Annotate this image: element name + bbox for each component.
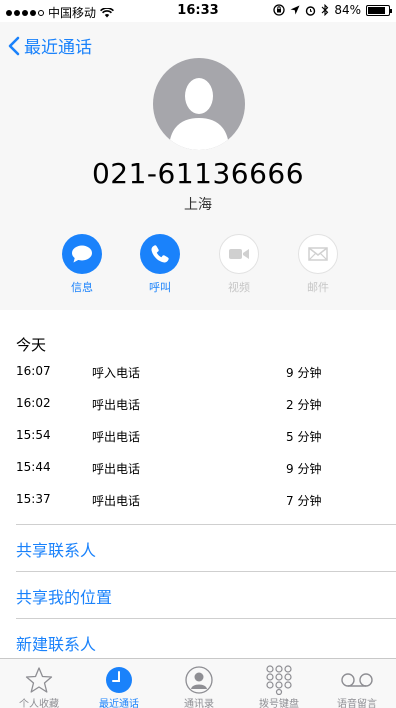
contacts-icon: [185, 666, 213, 694]
call-type: 呼出电话: [92, 430, 141, 444]
tab-favorites[interactable]: 个人收藏: [4, 665, 74, 708]
rotation-lock-icon: [273, 4, 285, 16]
call-type: 呼入电话: [92, 366, 141, 380]
call-time: 15:44: [16, 460, 51, 474]
call-time: 15:54: [16, 428, 51, 442]
call-duration: 9 分钟: [286, 366, 322, 380]
clock-icon: [106, 667, 132, 693]
video-action[interactable]: 视频: [219, 234, 259, 295]
phone-icon: [151, 245, 169, 263]
mail-action[interactable]: 邮件: [298, 234, 338, 295]
tab-voicemail[interactable]: 语音留言: [322, 665, 392, 708]
divider: [16, 618, 396, 619]
back-button[interactable]: 最近通话: [8, 33, 92, 58]
tab-contacts[interactable]: 通讯录: [164, 665, 234, 708]
call-row: 15:37 呼出电话 7 分钟: [16, 492, 376, 512]
mail-button[interactable]: [298, 234, 338, 274]
battery-level: [368, 6, 385, 14]
call-duration: 7 分钟: [286, 494, 322, 508]
avatar: [153, 58, 245, 150]
divider: [16, 524, 396, 525]
battery-icon: [366, 4, 392, 16]
tab-label: 通讯录: [184, 699, 214, 708]
call-time: 16:02: [16, 396, 51, 410]
video-label: 视频: [228, 281, 250, 294]
call-time: 16:07: [16, 364, 51, 378]
call-button[interactable]: [140, 234, 180, 274]
back-label: 最近通话: [24, 38, 92, 58]
tab-label: 拨号键盘: [259, 699, 299, 708]
call-label: 呼叫: [149, 281, 171, 294]
chevron-left-icon: [8, 36, 20, 55]
tab-recents[interactable]: 最近通话: [84, 665, 154, 708]
tab-label: 个人收藏: [19, 699, 59, 708]
message-button[interactable]: [62, 234, 102, 274]
phone-number: 021-61136666: [91, 157, 305, 190]
message-action[interactable]: 信息: [62, 234, 102, 295]
tab-keypad[interactable]: 拨号键盘: [244, 665, 314, 708]
call-duration: 2 分钟: [286, 398, 322, 412]
calls-date-header: 今天: [16, 336, 47, 354]
video-button[interactable]: [219, 234, 259, 274]
star-icon: [25, 667, 53, 693]
video-icon: [229, 249, 249, 259]
location-arrow-icon: [290, 5, 300, 15]
call-row: 15:44 呼出电话 9 分钟: [16, 460, 376, 480]
tab-label: 语音留言: [337, 699, 377, 708]
call-type: 呼出电话: [92, 494, 141, 508]
call-duration: 5 分钟: [286, 430, 322, 444]
call-type: 呼出电话: [92, 462, 141, 476]
person-silhouette-icon: [169, 78, 229, 150]
voicemail-icon: [341, 673, 373, 687]
call-type: 呼出电话: [92, 398, 141, 412]
message-label: 信息: [71, 281, 93, 294]
call-time: 15:37: [16, 492, 51, 506]
status-bar: 中国移动 16:33 84%: [0, 0, 396, 22]
call-action[interactable]: 呼叫: [140, 234, 180, 295]
mail-icon: [308, 247, 328, 261]
call-duration: 9 分钟: [286, 462, 322, 476]
new-contact-link[interactable]: 新建联系人: [16, 631, 96, 655]
share-contact-link[interactable]: 共享联系人: [16, 537, 96, 561]
divider: [16, 571, 396, 572]
alarm-icon: [306, 5, 316, 16]
tab-bar: 个人收藏 最近通话 通讯录 拨号键盘 语音留言: [0, 658, 396, 708]
tab-label: 最近通话: [99, 699, 139, 708]
call-row: 16:02 呼出电话 2 分钟: [16, 396, 376, 416]
status-right: 84%: [273, 3, 392, 17]
location-label: 上海: [184, 197, 212, 213]
call-row: 16:07 呼入电话 9 分钟: [16, 364, 376, 384]
mail-label: 邮件: [307, 281, 329, 294]
call-row: 15:54 呼出电话 5 分钟: [16, 428, 376, 448]
keypad-icon: [266, 665, 292, 695]
share-location-link[interactable]: 共享我的位置: [16, 584, 112, 608]
message-icon: [72, 245, 92, 263]
battery-percent: 84%: [334, 3, 361, 17]
bluetooth-icon: [321, 4, 329, 16]
